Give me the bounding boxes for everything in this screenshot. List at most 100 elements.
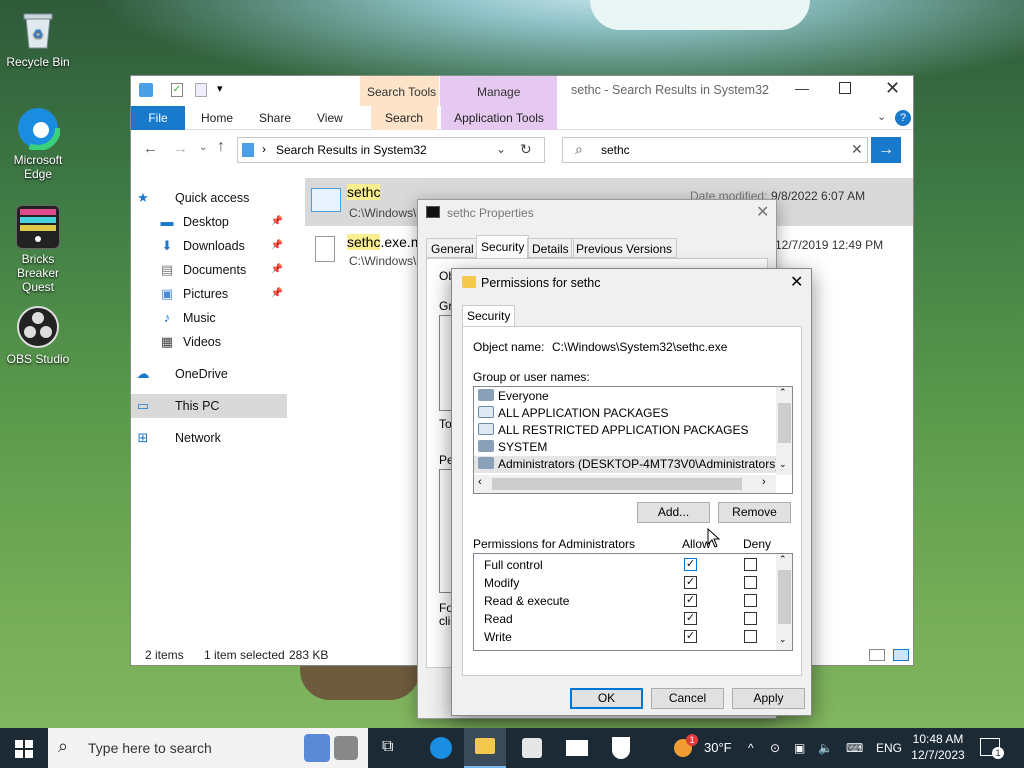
tab-file[interactable]: File: [131, 106, 185, 130]
edge-taskbar-icon[interactable]: [430, 737, 452, 759]
mail-icon[interactable]: [566, 740, 588, 756]
scroll-thumb[interactable]: [778, 570, 791, 624]
store-icon[interactable]: [522, 738, 542, 758]
deny-checkbox[interactable]: [744, 576, 757, 589]
onedrive-tray-icon[interactable]: ⊙: [770, 728, 780, 768]
qat-dropdown-icon[interactable]: ▾: [217, 82, 223, 95]
pin-icon[interactable]: 📌: [271, 234, 283, 258]
tab-previous-versions[interactable]: Previous Versions: [571, 238, 678, 258]
nav-downloads[interactable]: ⬇ Downloads 📌: [131, 234, 287, 258]
list-item[interactable]: ALL RESTRICTED APPLICATION PACKAGES: [478, 422, 749, 439]
deny-checkbox[interactable]: [744, 558, 757, 571]
show-hidden-icons-icon[interactable]: ^: [748, 728, 754, 768]
allow-checkbox[interactable]: ✓: [684, 558, 697, 571]
nav-videos[interactable]: ▦ Videos: [131, 330, 287, 354]
ribbon-expand-icon[interactable]: ⌄: [877, 110, 886, 123]
scroll-down-icon[interactable]: ⌄: [779, 459, 787, 470]
nav-quick-access[interactable]: ★ Quick access: [131, 186, 287, 210]
notification-icon[interactable]: 1: [980, 738, 1004, 759]
desktop-icon-bricks-breaker[interactable]: Bricks Breaker Quest: [0, 205, 76, 294]
new-folder-qat-icon[interactable]: [195, 83, 207, 97]
remove-button[interactable]: Remove: [718, 502, 791, 523]
recent-dropdown-icon[interactable]: ⌄: [199, 142, 207, 153]
scroll-thumb[interactable]: [778, 403, 791, 443]
tab-application-tools[interactable]: Application Tools: [441, 106, 557, 130]
properties-qat-icon[interactable]: ✓: [171, 83, 183, 97]
nav-desktop[interactable]: ▬ Desktop 📌: [131, 210, 287, 234]
volume-muted-icon[interactable]: 🔈: [818, 728, 833, 768]
scroll-up-icon[interactable]: ⌃: [779, 554, 787, 565]
shield-icon[interactable]: [612, 737, 630, 759]
user-list-hscroll[interactable]: ‹ ›: [474, 475, 776, 493]
list-item[interactable]: Everyone: [478, 388, 549, 405]
list-item[interactable]: SYSTEM: [478, 439, 547, 456]
search-input[interactable]: ⌕ sethc ✕: [562, 137, 868, 163]
list-item-selected[interactable]: Administrators (DESKTOP-4MT73V0\Administ…: [474, 456, 779, 473]
refresh-icon[interactable]: ↻: [520, 141, 532, 158]
nav-onedrive[interactable]: ☁ OneDrive: [131, 362, 287, 386]
scroll-right-icon[interactable]: ›: [762, 476, 766, 488]
nav-network[interactable]: ⊞ Network: [131, 426, 287, 450]
apply-button[interactable]: Apply: [732, 688, 805, 709]
help-icon[interactable]: ?: [895, 110, 911, 126]
address-dropdown-icon[interactable]: ⌄: [496, 142, 506, 156]
keyboard-icon[interactable]: ⌨: [846, 728, 863, 768]
minimize-button[interactable]: —: [795, 80, 809, 96]
deny-checkbox[interactable]: [744, 630, 757, 643]
tab-share[interactable]: Share: [249, 106, 301, 130]
list-item[interactable]: ALL APPLICATION PACKAGES: [478, 405, 669, 422]
scroll-left-icon[interactable]: ‹: [478, 476, 482, 488]
tab-view[interactable]: View: [307, 106, 353, 130]
forward-arrow-icon[interactable]: →: [173, 140, 188, 157]
tab-home[interactable]: Home: [191, 106, 243, 130]
scroll-thumb[interactable]: [492, 478, 742, 490]
devices-icon[interactable]: ▣: [794, 728, 805, 768]
scroll-down-icon[interactable]: ⌄: [779, 634, 787, 645]
nav-pictures[interactable]: ▣ Pictures 📌: [131, 282, 287, 306]
cancel-button[interactable]: Cancel: [651, 688, 724, 709]
allow-checkbox[interactable]: ✓: [684, 576, 697, 589]
task-view-icon[interactable]: ⧉: [382, 738, 393, 756]
weather-widget[interactable]: 1 30°F: [672, 728, 742, 768]
start-button[interactable]: [0, 728, 48, 768]
close-button[interactable]: ✕: [885, 78, 900, 99]
tab-security[interactable]: Security: [462, 305, 516, 327]
explorer-taskbar-button[interactable]: [464, 728, 506, 768]
back-arrow-icon[interactable]: ←: [143, 140, 158, 157]
add-button[interactable]: Add...: [637, 502, 710, 523]
allow-checkbox[interactable]: ✓: [684, 630, 697, 643]
close-button[interactable]: ✕: [790, 272, 803, 292]
nav-documents[interactable]: ▤ Documents 📌: [131, 258, 287, 282]
scroll-up-icon[interactable]: ⌃: [779, 387, 787, 398]
desktop-icon-recycle-bin[interactable]: ♻ Recycle Bin: [0, 8, 76, 69]
allow-checkbox[interactable]: ✓: [684, 594, 697, 607]
nav-music[interactable]: ♪ Music: [131, 306, 287, 330]
deny-checkbox[interactable]: [744, 612, 757, 625]
taskbar-search-box[interactable]: ⌕ Type here to search: [48, 728, 368, 768]
pin-icon[interactable]: 📌: [271, 210, 283, 234]
details-view-icon[interactable]: [869, 649, 885, 661]
deny-checkbox[interactable]: [744, 594, 757, 607]
tiles-view-icon[interactable]: [893, 649, 909, 661]
desktop-icon-edge[interactable]: Microsoft Edge: [0, 106, 76, 181]
maximize-button[interactable]: [839, 82, 851, 94]
search-go-button[interactable]: →: [871, 137, 901, 163]
user-list[interactable]: Everyone ALL APPLICATION PACKAGES ALL RE…: [473, 386, 793, 494]
tab-search[interactable]: Search: [371, 106, 437, 130]
allow-checkbox[interactable]: ✓: [684, 612, 697, 625]
ok-button[interactable]: OK: [570, 688, 643, 709]
clock[interactable]: 10:48 AM 12/7/2023: [906, 731, 970, 765]
address-field[interactable]: › Search Results in System32 ⌄ ↻: [237, 137, 545, 163]
close-button[interactable]: ✕: [756, 202, 769, 222]
language-indicator[interactable]: ENG: [876, 728, 902, 768]
clear-search-icon[interactable]: ✕: [851, 141, 863, 158]
user-list-vscroll[interactable]: ⌃ ⌄: [776, 387, 792, 475]
desktop-icon-obs[interactable]: OBS Studio: [0, 305, 76, 366]
nav-this-pc[interactable]: ▭ This PC: [131, 394, 287, 418]
up-arrow-icon[interactable]: ↑: [217, 138, 225, 156]
pin-icon[interactable]: 📌: [271, 258, 283, 282]
permissions-vscroll[interactable]: ⌃ ⌄: [776, 554, 792, 650]
pin-icon[interactable]: 📌: [271, 282, 283, 306]
tab-details[interactable]: Details: [527, 238, 574, 258]
tab-general[interactable]: General: [426, 238, 479, 258]
